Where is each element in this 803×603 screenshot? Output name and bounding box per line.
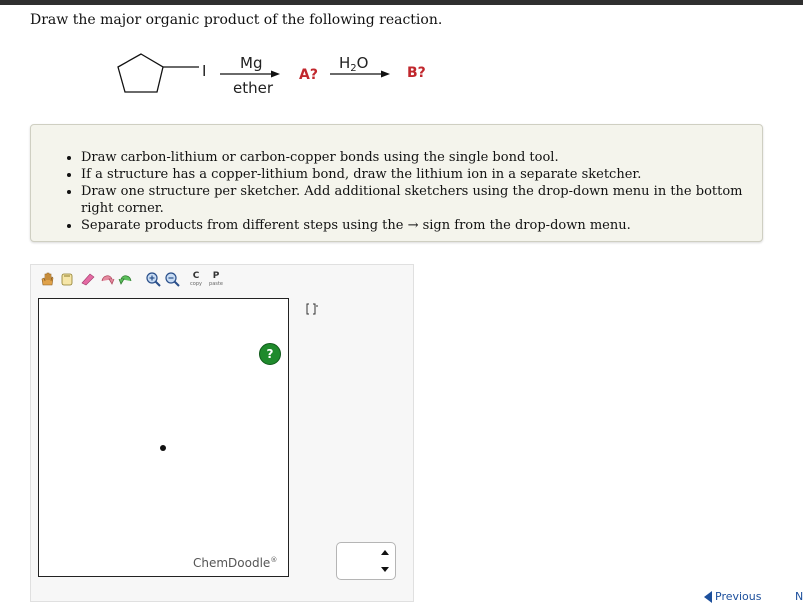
top-bar bbox=[0, 0, 803, 5]
product-unknown: B? bbox=[407, 65, 426, 81]
next-link[interactable]: N bbox=[795, 590, 803, 603]
iodine-label: I bbox=[202, 62, 207, 80]
instruction-item: Separate products from different steps u… bbox=[81, 217, 762, 234]
help-icon[interactable]: ? bbox=[259, 343, 281, 365]
reaction-arrow-1 bbox=[220, 70, 280, 78]
reaction-scheme: I Mg ether A? H2O B? bbox=[110, 46, 450, 106]
lasso-icon[interactable] bbox=[58, 270, 76, 288]
instruction-item: Draw carbon-lithium or carbon-copper bon… bbox=[81, 149, 762, 166]
instruction-item: If a structure has a copper-lithium bond… bbox=[81, 166, 762, 183]
intermediate-unknown: A? bbox=[299, 67, 318, 83]
instruction-list: Draw carbon-lithium or carbon-copper bon… bbox=[31, 125, 762, 234]
instruction-box: Draw carbon-lithium or carbon-copper bon… bbox=[30, 124, 763, 242]
zoom-in-icon[interactable] bbox=[144, 270, 162, 288]
question-text: Draw the major organic product of the fo… bbox=[30, 12, 443, 28]
instruction-item: Draw one structure per sketcher. Add add… bbox=[81, 183, 762, 217]
chevron-left-icon bbox=[704, 590, 712, 603]
drawing-canvas[interactable]: ? bbox=[38, 298, 289, 577]
chemdoodle-sketcher: C copy P paste C bbox=[30, 264, 414, 602]
eraser-icon[interactable] bbox=[79, 270, 97, 288]
reagent-ether: ether bbox=[233, 79, 274, 97]
redo-icon[interactable] bbox=[117, 270, 135, 288]
paste-icon[interactable]: P paste bbox=[207, 268, 225, 290]
chemdoodle-logo: ChemDoodle® bbox=[193, 556, 278, 570]
reaction-arrow-2 bbox=[330, 70, 390, 78]
undo-icon[interactable] bbox=[98, 270, 116, 288]
zoom-out-icon[interactable] bbox=[163, 270, 181, 288]
hand-icon[interactable] bbox=[38, 270, 56, 288]
previous-link[interactable]: Previous bbox=[704, 590, 762, 603]
cursor-dot bbox=[160, 445, 166, 451]
bracket-icon[interactable] bbox=[303, 300, 321, 318]
copy-icon[interactable]: C copy bbox=[187, 268, 205, 290]
sketcher-dropdown[interactable] bbox=[336, 542, 396, 580]
